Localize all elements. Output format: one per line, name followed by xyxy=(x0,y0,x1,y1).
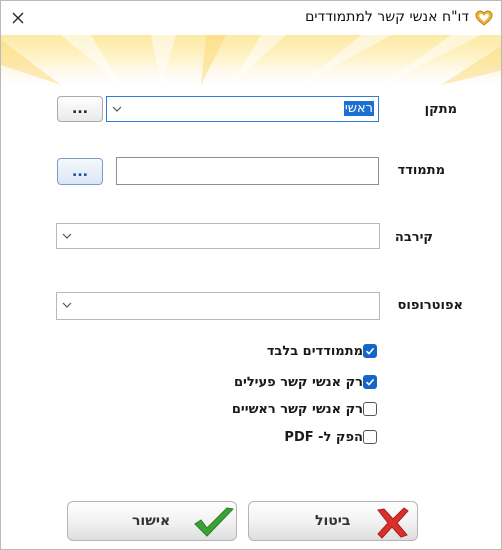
candidate-label: מתמודד xyxy=(397,163,445,178)
option-export-pdf[interactable]: הפק ל- PDF xyxy=(284,428,377,446)
ok-button-label: אישור xyxy=(132,513,171,529)
option-candidates-only[interactable]: מתמודדים בלבד xyxy=(267,342,377,360)
window-title: דו"ח אנשי קשר למתמודדים xyxy=(305,9,469,25)
option-label: מתמודדים בלבד xyxy=(266,343,363,359)
cancel-button[interactable]: ביטול xyxy=(248,501,418,541)
relation-dropdown[interactable] xyxy=(56,223,380,249)
candidate-field[interactable] xyxy=(116,157,379,185)
checkmark-icon xyxy=(194,507,235,537)
close-button[interactable] xyxy=(1,1,35,35)
option-label: רק אנשי קשר ראשיים xyxy=(231,401,363,417)
x-cross-icon xyxy=(377,507,409,539)
heart-logo-icon xyxy=(475,10,493,26)
checkbox-active-contacts[interactable] xyxy=(363,375,377,389)
option-active-contacts[interactable]: רק אנשי קשר פעילים xyxy=(234,373,377,391)
checkbox-primary-contacts[interactable] xyxy=(363,402,377,416)
close-icon xyxy=(12,12,24,24)
option-primary-contacts[interactable]: רק אנשי קשר ראשיים xyxy=(232,400,377,418)
option-label: רק אנשי קשר פעילים xyxy=(233,374,363,390)
relation-label: קירבה xyxy=(394,230,433,245)
dialog-window: דו"ח אנשי קשר למתמודדים מתקן ראשי ... מת… xyxy=(0,0,502,550)
checkbox-candidates-only[interactable] xyxy=(363,344,377,358)
cancel-button-label: ביטול xyxy=(315,513,351,529)
ok-button[interactable]: אישור xyxy=(67,501,237,541)
header-banner xyxy=(1,35,501,85)
chevron-down-icon xyxy=(112,106,122,112)
candidate-browse-button[interactable]: ... xyxy=(57,158,103,185)
installation-value: ראשי xyxy=(343,101,374,116)
installation-browse-button[interactable]: ... xyxy=(57,96,103,122)
banner-rays xyxy=(1,35,501,85)
installation-label: מתקן xyxy=(424,102,457,117)
chevron-down-icon xyxy=(62,302,72,308)
installation-dropdown[interactable]: ראשי xyxy=(106,96,379,122)
option-label: הפק ל- PDF xyxy=(284,429,363,445)
guardian-label: אפוטרופוס xyxy=(397,298,463,313)
guardian-dropdown[interactable] xyxy=(56,292,380,320)
chevron-down-icon xyxy=(62,233,72,239)
checkmark-small-icon xyxy=(365,378,375,386)
checkmark-small-icon xyxy=(365,347,375,355)
title-bar: דו"ח אנשי קשר למתמודדים xyxy=(1,1,501,35)
checkbox-export-pdf[interactable] xyxy=(363,430,377,444)
